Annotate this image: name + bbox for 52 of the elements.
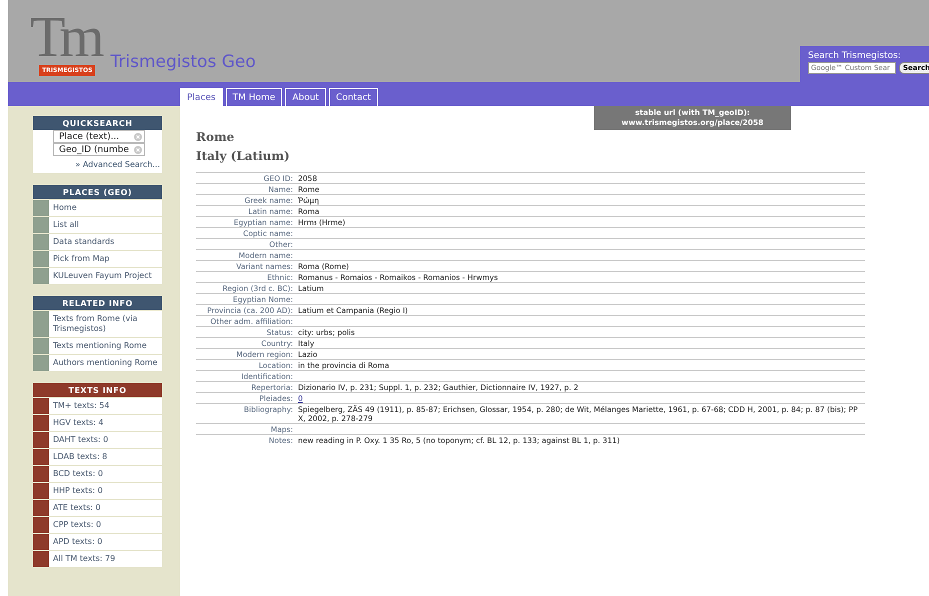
sidebar-item[interactable]: KULeuven Fayum Project: [49, 268, 152, 284]
sidebar-item[interactable]: Texts mentioning Rome: [49, 338, 147, 354]
item-marker: [33, 268, 49, 284]
item-marker: [33, 466, 49, 482]
item-marker: [33, 483, 49, 499]
sidebar-item[interactable]: LDAB texts: 8: [49, 449, 108, 465]
item-marker: [33, 551, 49, 567]
sidebar-item[interactable]: ATE texts: 0: [49, 500, 101, 516]
clear-icon[interactable]: [134, 146, 142, 154]
nav-tab[interactable]: Contact: [328, 88, 378, 106]
panel-title: RELATED INFO: [33, 296, 162, 310]
nav-tab[interactable]: About: [285, 88, 326, 106]
sidebar-item[interactable]: APD texts: 0: [49, 534, 102, 550]
sidebar-item[interactable]: TM+ texts: 54: [49, 398, 110, 414]
item-marker: [33, 251, 49, 267]
search-label: Search Trismegistos:: [808, 51, 902, 61]
item-marker: [33, 217, 49, 233]
sidebar-item[interactable]: CPP texts: 0: [49, 517, 102, 533]
panel-title: PLACES (GEO): [33, 185, 162, 199]
site-title: Trismegistos Geo: [110, 52, 256, 72]
search-field[interactable]: Place (text)...: [53, 130, 145, 143]
item-marker: [33, 432, 49, 448]
panel-title: QUICKSEARCH: [33, 116, 162, 130]
sidebar-item[interactable]: DAHT texts: 0: [49, 432, 108, 448]
sidebar-item[interactable]: Pick from Map: [49, 251, 110, 267]
sidebar-item[interactable]: All TM texts: 79: [49, 551, 116, 567]
item-marker: [33, 500, 49, 516]
logo-letters: Tm: [30, 9, 100, 65]
nav-tab[interactable]: TM Home: [226, 88, 282, 106]
sidebar-item[interactable]: HHP texts: 0: [49, 483, 103, 499]
sidebar-item[interactable]: BCD texts: 0: [49, 466, 103, 482]
place-title: Rome: [196, 129, 236, 146]
item-marker: [33, 355, 49, 371]
sidebar-item[interactable]: Texts from Rome (via Trismegistos): [49, 311, 162, 337]
item-marker: [33, 534, 49, 550]
nav-tab[interactable]: Places: [180, 88, 223, 106]
sidebar-item[interactable]: Authors mentioning Rome: [49, 355, 158, 371]
item-marker: [33, 517, 49, 533]
item-marker: [33, 415, 49, 431]
clear-icon[interactable]: [134, 132, 142, 140]
sidebar-item[interactable]: Home: [49, 200, 77, 216]
item-marker: [33, 398, 49, 414]
sidebar-item[interactable]: List all: [49, 217, 79, 233]
item-marker: [33, 234, 49, 250]
search-field[interactable]: Geo_ID (numbe: [53, 143, 145, 156]
item-marker: [33, 200, 49, 216]
item-marker: [33, 449, 49, 465]
sidebar-item[interactable]: HGV texts: 4: [49, 415, 104, 431]
sidebar-item[interactable]: Data standards: [49, 234, 114, 250]
advanced-search-link[interactable]: » Advanced Search...: [33, 156, 162, 173]
panel-title: TEXTS INFO: [33, 383, 162, 397]
place-subtitle: Italy (Latium): [196, 148, 291, 165]
